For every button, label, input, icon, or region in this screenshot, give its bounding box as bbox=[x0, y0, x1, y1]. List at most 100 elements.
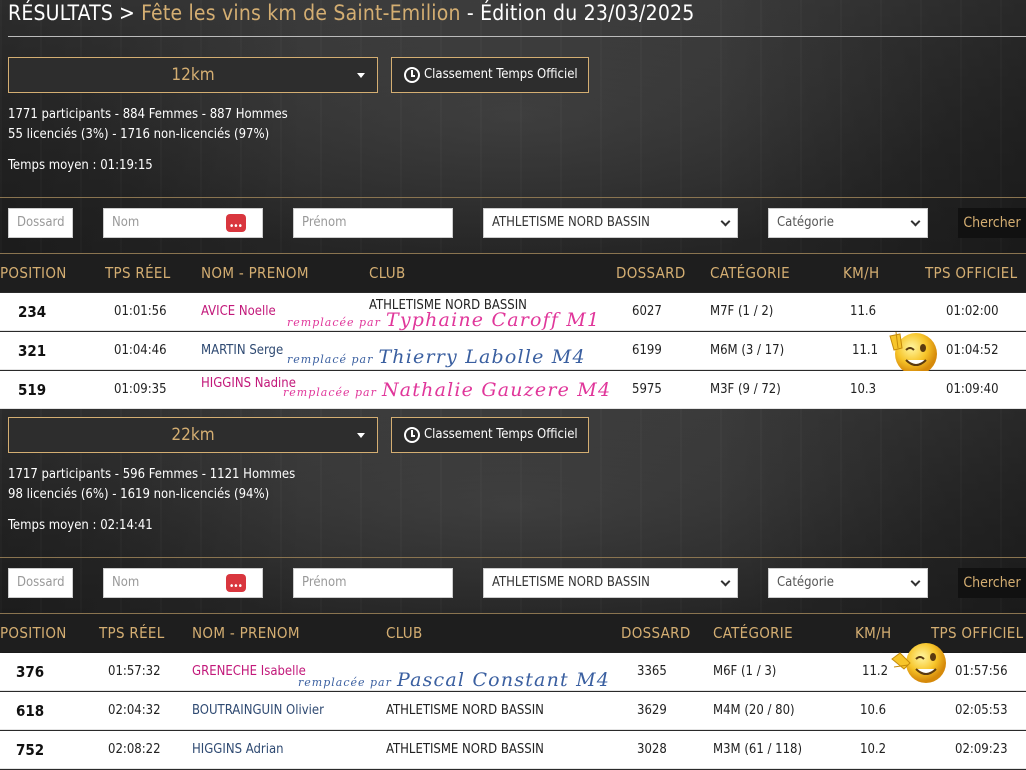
breadcrumb-separator: > bbox=[119, 1, 136, 25]
handwritten-replacement-note: remplacé par Thierry Labolle M4 bbox=[287, 346, 586, 368]
note-prefix: remplacée par bbox=[298, 676, 392, 689]
col-nom-prenom[interactable]: NOM - PRENOM bbox=[201, 254, 309, 292]
participants-stat: 1771 participants - 884 Femmes - 887 Hom… bbox=[8, 107, 288, 122]
search-button[interactable]: Chercher bbox=[958, 208, 1026, 238]
col-categorie[interactable]: CATÉGORIE bbox=[710, 254, 790, 292]
runner-name-link[interactable]: HIGGINS Adrian bbox=[192, 731, 284, 769]
categorie-select-value: Catégorie bbox=[777, 215, 834, 230]
runner-name-link[interactable]: HIGGINS Nadine bbox=[201, 365, 296, 403]
tps-officiel-cell: 01:57:56 bbox=[955, 664, 1008, 679]
nom-input[interactable]: Nom bbox=[103, 568, 263, 601]
categorie-cell: M6M (3 / 17) bbox=[710, 343, 785, 358]
search-button[interactable]: Chercher bbox=[958, 568, 1026, 598]
winking-smiley-icon bbox=[891, 643, 946, 683]
clock-icon bbox=[404, 67, 420, 83]
prenom-input[interactable]: Prénom bbox=[293, 568, 453, 598]
categorie-select[interactable]: Catégorie bbox=[768, 208, 928, 238]
kmh-cell: 11.1 bbox=[852, 343, 879, 358]
title-divider bbox=[8, 36, 1026, 37]
handwritten-replacement-note: remplacée par Nathalie Gauzere M4 bbox=[283, 379, 611, 401]
more-options-icon[interactable] bbox=[226, 573, 246, 601]
table-row[interactable]: 376 01:57:32 GRENECHE Isabelle 3365 M6F … bbox=[0, 643, 1026, 691]
kmh-cell: 10.3 bbox=[850, 382, 877, 397]
categorie-cell: M3M (61 / 118) bbox=[713, 742, 803, 757]
chevron-down-icon bbox=[910, 576, 921, 587]
distance-value: 22km bbox=[171, 425, 215, 445]
col-position[interactable]: POSITION bbox=[0, 254, 67, 292]
tps-officiel-cell: 02:09:23 bbox=[955, 742, 1008, 757]
col-categorie[interactable]: CATÉGORIE bbox=[713, 614, 793, 652]
col-tps-officiel[interactable]: TPS OFFICIEL bbox=[925, 254, 1017, 292]
edition-label: - Édition du 23/03/2025 bbox=[460, 1, 695, 25]
clock-icon bbox=[404, 427, 420, 443]
note-prefix: remplacée par bbox=[287, 316, 381, 329]
table-row[interactable]: 519 01:09:35 HIGGINS Nadine 5975 M3F (9 … bbox=[0, 371, 1026, 409]
classement-temps-officiel-button[interactable]: Classement Temps Officiel bbox=[391, 57, 589, 93]
distance-select[interactable]: 12km bbox=[8, 57, 378, 93]
club-cell: ATHLETISME NORD BASSIN bbox=[386, 742, 544, 757]
runner-name-link[interactable]: AVICE Noelle bbox=[201, 293, 276, 331]
col-club[interactable]: CLUB bbox=[386, 614, 423, 652]
tps-reel-cell: 02:04:32 bbox=[108, 703, 161, 718]
categorie-cell: M4M (20 / 80) bbox=[713, 703, 795, 718]
handwritten-replacement-note: remplacée par Typhaine Caroff M1 bbox=[287, 309, 600, 331]
note-prefix: remplacée par bbox=[283, 386, 377, 399]
participants-stat: 1717 participants - 596 Femmes - 1121 Ho… bbox=[8, 467, 296, 482]
note-name: Nathalie Gauzere M4 bbox=[381, 379, 612, 401]
categorie-cell: M6F (1 / 3) bbox=[713, 664, 777, 679]
position-cell: 519 bbox=[18, 381, 47, 399]
distance-value: 12km bbox=[171, 65, 215, 85]
table-row[interactable]: 618 02:04:32 BOUTRAINGUIN Olivier ATHLET… bbox=[0, 692, 1026, 730]
dossard-input[interactable]: Dossard bbox=[8, 568, 73, 598]
kmh-cell: 11.6 bbox=[850, 304, 877, 319]
note-name: Thierry Labolle M4 bbox=[378, 346, 586, 368]
position-cell: 376 bbox=[16, 663, 45, 681]
distance-select[interactable]: 22km bbox=[8, 417, 378, 453]
col-position[interactable]: POSITION bbox=[0, 614, 67, 652]
table-row[interactable]: 321 01:04:46 MARTIN Serge 6199 M6M (3 / … bbox=[0, 331, 1026, 375]
temps-moyen-stat: Temps moyen : 01:19:15 bbox=[8, 158, 153, 173]
page-title: RÉSULTATS > Fête les vins km de Saint-Emil… bbox=[8, 0, 695, 26]
event-name[interactable]: Fête les vins km de Saint-Emilion bbox=[141, 1, 461, 25]
classement-temps-officiel-button[interactable]: Classement Temps Officiel bbox=[391, 417, 589, 453]
position-cell: 234 bbox=[18, 303, 47, 321]
runner-name-link[interactable]: BOUTRAINGUIN Olivier bbox=[192, 692, 324, 730]
club-cell: ATHLETISME NORD BASSIN bbox=[386, 703, 544, 718]
filter-divider bbox=[0, 557, 1026, 558]
table-row[interactable]: 752 02:08:22 HIGGINS Adrian ATHLETISME N… bbox=[0, 731, 1026, 769]
dossard-input[interactable]: Dossard bbox=[8, 208, 73, 238]
dossard-cell: 6027 bbox=[632, 304, 662, 319]
position-cell: 752 bbox=[16, 741, 45, 759]
col-kmh[interactable]: KM/H bbox=[843, 254, 879, 292]
classement-label: Classement Temps Officiel bbox=[424, 67, 578, 82]
club-select[interactable]: ATHLETISME NORD BASSIN bbox=[483, 208, 738, 238]
club-select-value: ATHLETISME NORD BASSIN bbox=[492, 215, 650, 230]
categorie-cell: M7F (1 / 2) bbox=[710, 304, 774, 319]
dossard-cell: 3629 bbox=[637, 703, 667, 718]
table-row[interactable]: 234 01:01:56 AVICE Noelle ATHLETISME NOR… bbox=[0, 293, 1026, 331]
club-select-value: ATHLETISME NORD BASSIN bbox=[492, 575, 650, 590]
categorie-select[interactable]: Catégorie bbox=[768, 568, 928, 598]
tps-reel-cell: 01:01:56 bbox=[114, 304, 167, 319]
tps-reel-cell: 01:04:46 bbox=[114, 343, 167, 358]
more-options-icon[interactable] bbox=[226, 213, 246, 241]
col-tps-reel[interactable]: TPS RÉEL bbox=[105, 254, 171, 292]
dossard-cell: 3365 bbox=[637, 664, 667, 679]
nom-input[interactable]: Nom bbox=[103, 208, 263, 241]
classement-label: Classement Temps Officiel bbox=[424, 427, 578, 442]
col-dossard[interactable]: DOSSARD bbox=[616, 254, 686, 292]
position-cell: 618 bbox=[16, 702, 45, 720]
caret-down-icon bbox=[357, 433, 365, 438]
col-tps-reel[interactable]: TPS RÉEL bbox=[99, 614, 165, 652]
col-nom-prenom[interactable]: NOM - PRENOM bbox=[192, 614, 300, 652]
hero-background-12km bbox=[0, 0, 1026, 290]
tps-officiel-cell: 01:09:40 bbox=[946, 382, 999, 397]
categorie-cell: M3F (9 / 72) bbox=[710, 382, 781, 397]
runner-name-link[interactable]: GRENECHE Isabelle bbox=[192, 653, 306, 691]
caret-down-icon bbox=[357, 73, 365, 78]
club-select[interactable]: ATHLETISME NORD BASSIN bbox=[483, 568, 738, 598]
col-dossard[interactable]: DOSSARD bbox=[621, 614, 691, 652]
tps-officiel-cell: 01:02:00 bbox=[946, 304, 999, 319]
col-kmh[interactable]: KM/H bbox=[855, 614, 891, 652]
prenom-input[interactable]: Prénom bbox=[293, 208, 453, 238]
